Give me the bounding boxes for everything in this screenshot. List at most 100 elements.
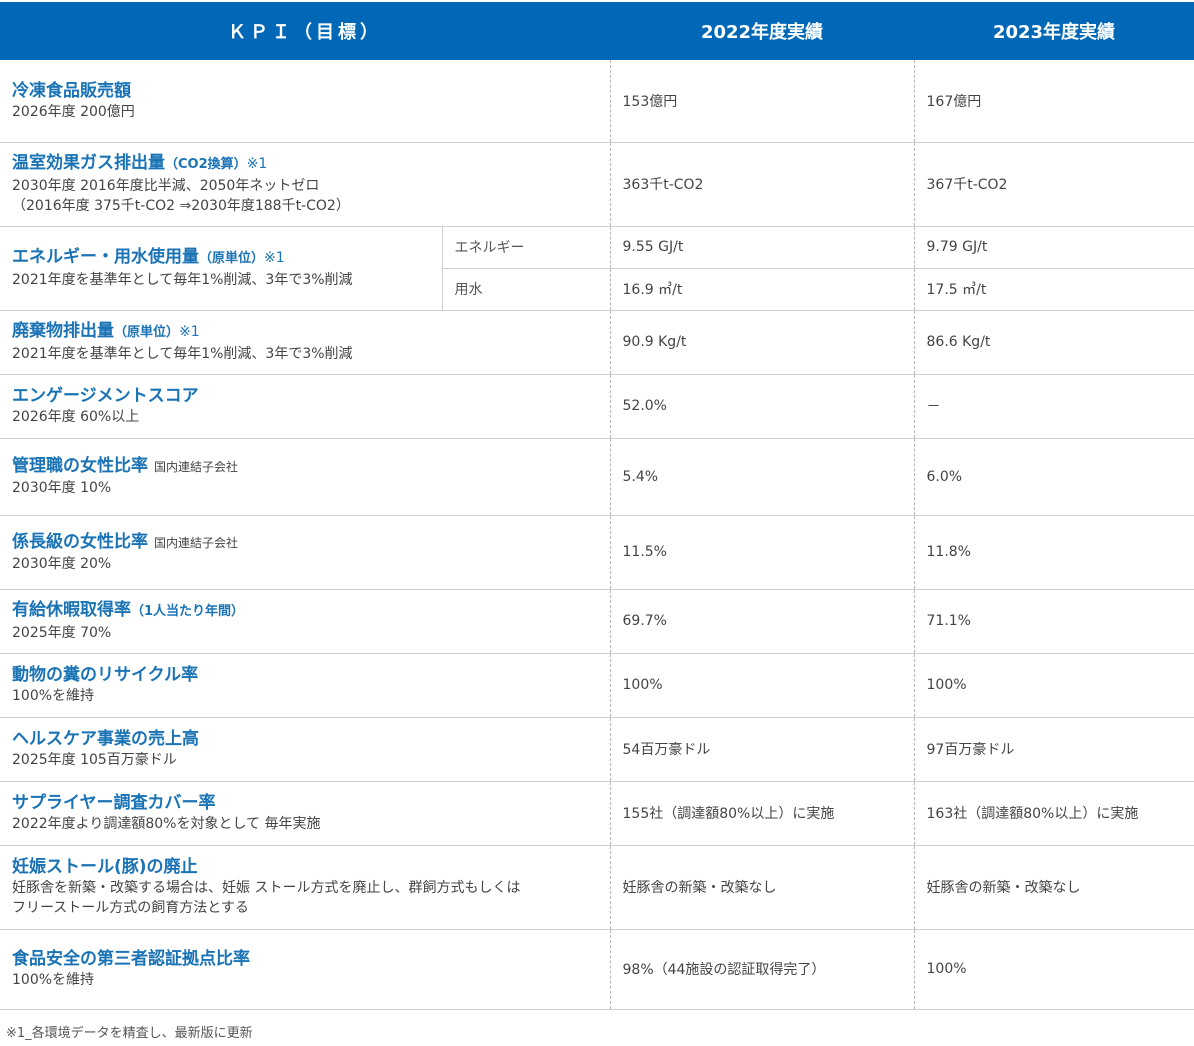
kpi-target: 100%を維持 — [12, 972, 95, 988]
kpi-target: 100%を維持 — [12, 688, 95, 704]
value-2023: 367千t-CO2 — [913, 142, 1194, 227]
kpi-note: ※1 — [246, 156, 268, 172]
value-2023: 9.79 GJ/t — [913, 226, 1194, 269]
value-2022: 9.55 GJ/t — [609, 226, 914, 269]
table-row: エネルギー・用水使用量（原単位）※1 2021年度を基準年として毎年1%削減、3… — [0, 226, 1194, 311]
value-2022: 妊豚舎の新築・改築なし — [609, 845, 914, 930]
kpi-title: サプライヤー調査カバー率 — [12, 793, 216, 813]
kpi-cell: 係長級の女性比率 国内連結子会社 2030年度 20% — [0, 515, 610, 590]
value-2023: － — [913, 374, 1194, 439]
value-2023: 妊豚舎の新築・改築なし — [913, 845, 1194, 930]
kpi-target: 2030年度 10% — [12, 480, 112, 496]
kpi-target: 2026年度 200億円 — [12, 103, 135, 120]
table-header-row: ＫＰＩ（目標） 2022年度実績 2023年度実績 — [0, 2, 1194, 60]
value-2022: 54百万豪ドル — [609, 717, 914, 782]
table-row: 管理職の女性比率 国内連結子会社 2030年度 10% 5.4% 6.0% — [0, 438, 1194, 516]
value-2023: 167億円 — [913, 60, 1194, 143]
table-row: 食品安全の第三者認証拠点比率 100%を維持 98%（44施設の認証取得完了） … — [0, 929, 1194, 1010]
sub-label-water: 用水 — [441, 268, 610, 311]
kpi-title-unit: （CO2換算） — [165, 157, 247, 172]
value-2022: 69.7% — [609, 589, 914, 654]
table-row: サプライヤー調査カバー率 2022年度より調達額80%を対象として 毎年実施 1… — [0, 781, 1194, 846]
kpi-title: 管理職の女性比率 — [12, 456, 148, 476]
kpi-title: 係長級の女性比率 — [12, 531, 148, 552]
sub-label-energy: エネルギー — [441, 226, 610, 269]
kpi-title-line: 係長級の女性比率 国内連結子会社 — [12, 531, 598, 554]
value-2023: 97百万豪ドル — [913, 717, 1194, 782]
table-row: 係長級の女性比率 国内連結子会社 2030年度 20% 11.5% 11.8% — [0, 515, 1194, 590]
value-2023: 11.8% — [913, 515, 1194, 590]
value-2023: 71.1% — [913, 589, 1194, 654]
kpi-note: ※1 — [179, 324, 200, 340]
header-2022: 2022年度実績 — [610, 2, 914, 60]
kpi-cell: エネルギー・用水使用量（原単位）※1 2021年度を基準年として毎年1%削減、3… — [0, 226, 442, 311]
kpi-scope: 国内連結子会社 — [154, 535, 239, 550]
kpi-scope: 国内連結子会社 — [154, 460, 239, 474]
kpi-title-unit: （原単位） — [199, 251, 265, 266]
value-2022: 90.9 Kg/t — [609, 310, 914, 375]
value-2023: 100% — [913, 929, 1194, 1010]
kpi-cell: 動物の糞のリサイクル率 100%を維持 — [0, 653, 610, 718]
kpi-title: 廃棄物排出量 — [12, 321, 114, 341]
kpi-cell: 管理職の女性比率 国内連結子会社 2030年度 10% — [0, 438, 610, 516]
kpi-title-line: 廃棄物排出量（原単位）※1 — [12, 320, 598, 344]
value-2023: 17.5 ㎥/t — [913, 268, 1194, 311]
kpi-title-unit: （1人当たり年間） — [131, 604, 245, 619]
kpi-target: 2022年度より調達額80%を対象として 毎年実施 — [12, 816, 321, 832]
kpi-cell: 食品安全の第三者認証拠点比率 100%を維持 — [0, 929, 610, 1010]
value-2022: 100% — [609, 653, 914, 718]
kpi-table: ＫＰＩ（目標） 2022年度実績 2023年度実績 冷凍食品販売額 2026年度… — [0, 2, 1194, 1010]
kpi-target: 2030年度 2016年度比半減、2050年ネットゼロ — [12, 178, 320, 194]
table-row: 冷凍食品販売額 2026年度 200億円 153億円 167億円 — [0, 60, 1194, 143]
table-row: 妊娠ストール(豚)の廃止 妊豚舎を新築・改築する場合は、妊娠 ストール方式を廃止… — [0, 845, 1194, 930]
kpi-title: エンゲージメントスコア — [12, 386, 199, 406]
kpi-cell: 温室効果ガス排出量（CO2換算）※1 2030年度 2016年度比半減、2050… — [0, 142, 610, 227]
kpi-note: ※1 — [264, 250, 285, 266]
kpi-target: 2026年度 60%以上 — [12, 409, 140, 425]
kpi-target-detail: （2016年度 375千t-CO2 ⇒2030年度188千t-CO2） — [12, 198, 350, 214]
kpi-title: 有給休暇取得率 — [12, 600, 131, 620]
value-2023: 86.6 Kg/t — [913, 310, 1194, 375]
kpi-target: 2021年度を基準年として毎年1%削減、3年で3%削減 — [12, 346, 353, 362]
header-2023: 2023年度実績 — [914, 2, 1194, 60]
kpi-title: 食品安全の第三者認証拠点比率 — [12, 949, 250, 969]
header-kpi: ＫＰＩ（目標） — [0, 2, 610, 60]
kpi-title: ヘルスケア事業の売上高 — [12, 729, 199, 749]
kpi-title: 温室効果ガス排出量 — [12, 153, 165, 173]
table-row: ヘルスケア事業の売上高 2025年度 105百万豪ドル 54百万豪ドル 97百万… — [0, 717, 1194, 782]
value-2022: 155社（調達額80%以上）に実施 — [609, 781, 914, 846]
value-2023: 163社（調達額80%以上）に実施 — [913, 781, 1194, 846]
table-row: 廃棄物排出量（原単位）※1 2021年度を基準年として毎年1%削減、3年で3%削… — [0, 310, 1194, 375]
kpi-title-unit: （原単位） — [114, 325, 180, 340]
kpi-title: 動物の糞のリサイクル率 — [12, 665, 199, 685]
kpi-target: 2025年度 70% — [12, 625, 112, 641]
table-row: 温室効果ガス排出量（CO2換算）※1 2030年度 2016年度比半減、2050… — [0, 142, 1194, 227]
table-row: エンゲージメントスコア 2026年度 60%以上 52.0% － — [0, 374, 1194, 439]
kpi-title: 冷凍食品販売額 — [12, 80, 131, 101]
value-2022: 363千t-CO2 — [609, 142, 914, 227]
table-row: 動物の糞のリサイクル率 100%を維持 100% 100% — [0, 653, 1194, 718]
value-2023: 6.0% — [913, 438, 1194, 516]
kpi-cell: 冷凍食品販売額 2026年度 200億円 — [0, 60, 610, 143]
kpi-title-line: エネルギー・用水使用量（原単位）※1 — [12, 246, 430, 270]
kpi-target-detail: フリーストール方式の飼育方法とする — [12, 900, 249, 916]
kpi-title-line: 温室効果ガス排出量（CO2換算）※1 — [12, 152, 598, 176]
value-2022: 98%（44施設の認証取得完了） — [609, 929, 914, 1010]
table-row: 有給休暇取得率（1人当たり年間） 2025年度 70% 69.7% 71.1% — [0, 589, 1194, 654]
value-2022: 52.0% — [609, 374, 914, 439]
value-2023: 100% — [913, 653, 1194, 718]
kpi-title-line: 有給休暇取得率（1人当たり年間） — [12, 599, 598, 623]
value-2022: 11.5% — [609, 515, 914, 590]
kpi-cell: エンゲージメントスコア 2026年度 60%以上 — [0, 374, 610, 439]
kpi-target: 2025年度 105百万豪ドル — [12, 752, 177, 768]
kpi-title: 妊娠ストール(豚)の廃止 — [12, 857, 198, 877]
footnote: ※1_各環境データを精査し、最新版に更新 — [6, 1026, 253, 1041]
kpi-target: 2030年度 20% — [12, 555, 112, 572]
kpi-target: 妊豚舎を新築・改築する場合は、妊娠 ストール方式を廃止し、群飼方式もしくは — [12, 880, 521, 896]
kpi-title: エネルギー・用水使用量 — [12, 247, 199, 267]
value-2022: 153億円 — [609, 60, 914, 143]
kpi-cell: サプライヤー調査カバー率 2022年度より調達額80%を対象として 毎年実施 — [0, 781, 610, 846]
kpi-cell: 廃棄物排出量（原単位）※1 2021年度を基準年として毎年1%削減、3年で3%削… — [0, 310, 610, 375]
value-2022: 16.9 ㎥/t — [609, 268, 914, 311]
kpi-cell: 有給休暇取得率（1人当たり年間） 2025年度 70% — [0, 589, 610, 654]
